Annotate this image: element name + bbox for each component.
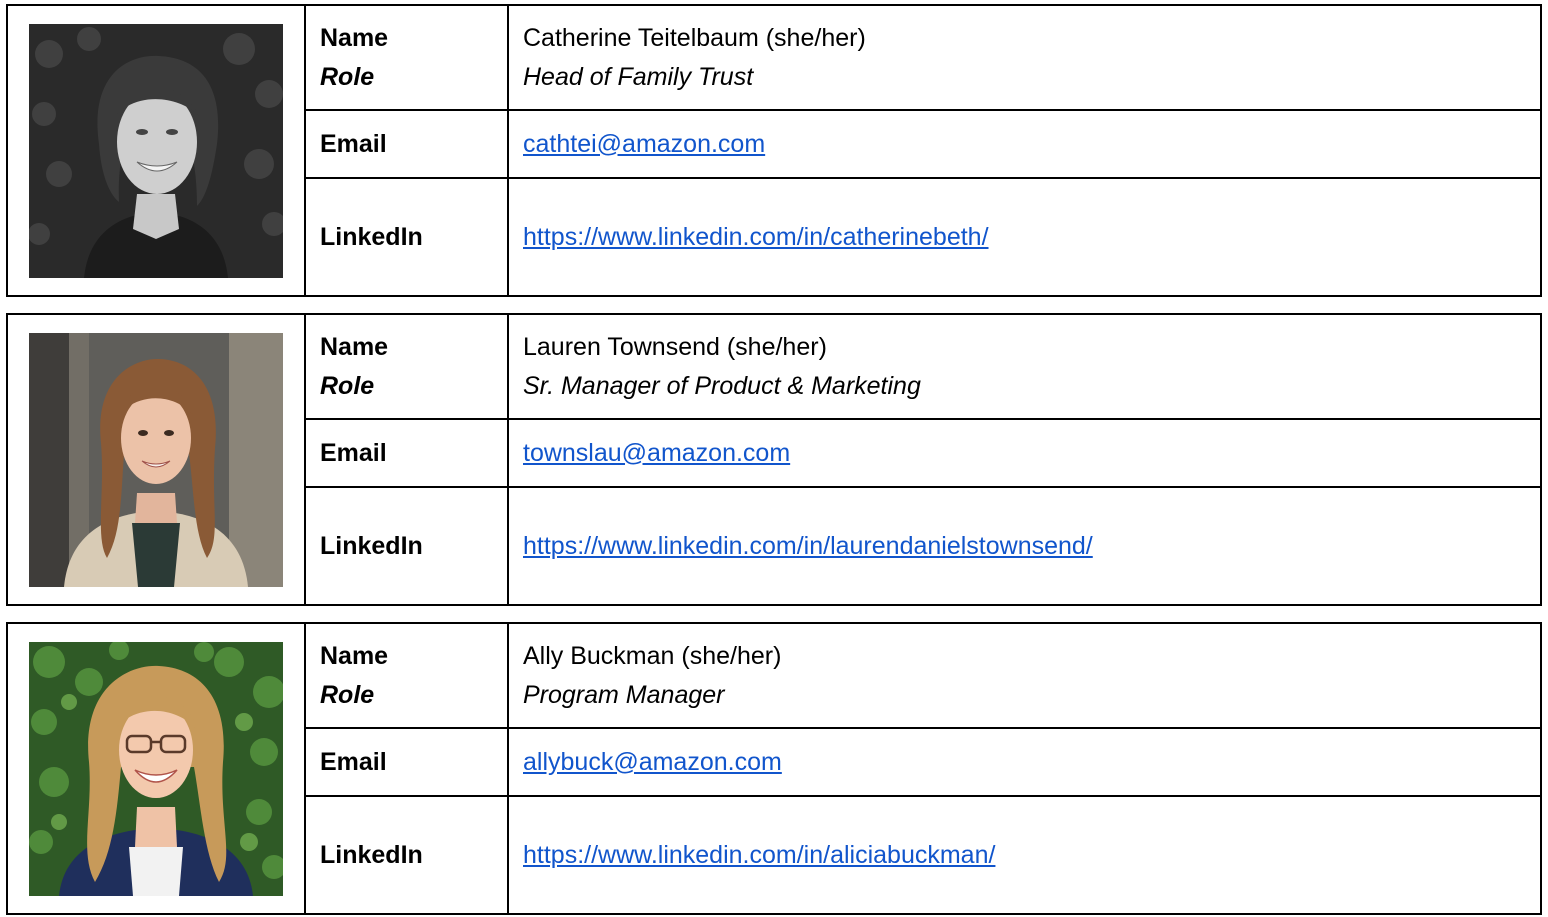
linkedin-link[interactable]: https://www.linkedin.com/in/aliciabuckma… xyxy=(523,841,995,869)
name-role-value-cell: Catherine Teitelbaum (she/her) Head of F… xyxy=(507,4,1542,111)
name-role-value-cell: Ally Buckman (she/her) Program Manager xyxy=(507,622,1542,729)
name-role-value-cell: Lauren Townsend (she/her) Sr. Manager of… xyxy=(507,313,1542,420)
linkedin-cell: https://www.linkedin.com/in/catherinebet… xyxy=(507,177,1542,297)
linkedin-cell: https://www.linkedin.com/in/aliciabuckma… xyxy=(507,795,1542,915)
name-role-label-cell: Name Role xyxy=(304,622,509,729)
email-label: Email xyxy=(304,418,509,488)
photo-cell xyxy=(6,4,306,297)
name-label: Name xyxy=(320,332,389,361)
person-name: Ally Buckman (she/her) xyxy=(523,641,782,670)
name-label: Name xyxy=(320,641,389,670)
email-link[interactable]: townslau@amazon.com xyxy=(523,439,790,467)
person-role: Head of Family Trust xyxy=(523,62,754,91)
role-label: Role xyxy=(320,371,375,400)
role-label: Role xyxy=(320,62,375,91)
linkedin-label: LinkedIn xyxy=(304,486,509,606)
name-role-label-cell: Name Role xyxy=(304,313,509,420)
profile-photo-ally xyxy=(29,641,283,896)
profile-photo-catherine xyxy=(29,23,283,278)
role-label: Role xyxy=(320,680,375,709)
email-label: Email xyxy=(304,727,509,797)
contact-card-ally: Name Role Ally Buckman (she/her) Program… xyxy=(6,622,1542,915)
photo-cell xyxy=(6,313,306,606)
person-name: Catherine Teitelbaum (she/her) xyxy=(523,23,866,52)
linkedin-link[interactable]: https://www.linkedin.com/in/catherinebet… xyxy=(523,223,989,251)
email-cell: allybuck@amazon.com xyxy=(507,727,1542,797)
contact-card-lauren: Name Role Lauren Townsend (she/her) Sr. … xyxy=(6,313,1542,606)
name-label: Name xyxy=(320,23,389,52)
person-role: Sr. Manager of Product & Marketing xyxy=(523,371,921,400)
email-link[interactable]: cathtei@amazon.com xyxy=(523,130,765,158)
email-cell: townslau@amazon.com xyxy=(507,418,1542,488)
person-role: Program Manager xyxy=(523,680,725,709)
photo-cell xyxy=(6,622,306,915)
linkedin-link[interactable]: https://www.linkedin.com/in/laurendaniel… xyxy=(523,532,1093,560)
profile-photo-lauren xyxy=(29,332,283,587)
person-name: Lauren Townsend (she/her) xyxy=(523,332,827,361)
email-label: Email xyxy=(304,109,509,179)
linkedin-cell: https://www.linkedin.com/in/laurendaniel… xyxy=(507,486,1542,606)
name-role-label-cell: Name Role xyxy=(304,4,509,111)
email-cell: cathtei@amazon.com xyxy=(507,109,1542,179)
linkedin-label: LinkedIn xyxy=(304,795,509,915)
linkedin-label: LinkedIn xyxy=(304,177,509,297)
contact-card-catherine: Name Role Catherine Teitelbaum (she/her)… xyxy=(6,4,1542,297)
email-link[interactable]: allybuck@amazon.com xyxy=(523,748,782,776)
